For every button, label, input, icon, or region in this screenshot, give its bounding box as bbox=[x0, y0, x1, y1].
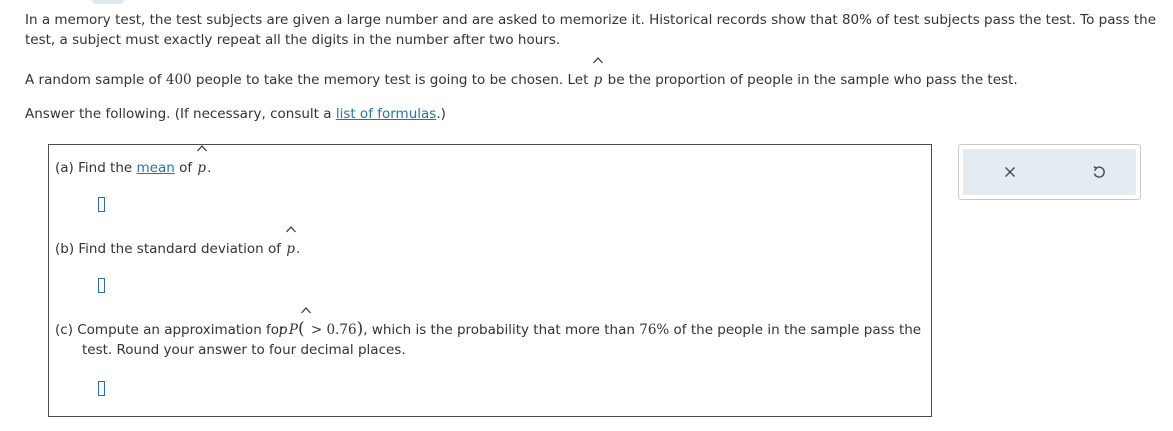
p-hat-symbol: p bbox=[279, 307, 311, 340]
intro-text: In a memory test, the test subjects are … bbox=[25, 12, 1157, 48]
question-b: (b) Find the standard deviation of p. bbox=[55, 226, 300, 259]
answer-a-input[interactable] bbox=[98, 197, 105, 212]
answer-b-input[interactable] bbox=[98, 278, 105, 293]
sample-size: 400 bbox=[165, 72, 192, 88]
intro-paragraph: In a memory test, the test subjects are … bbox=[25, 10, 1165, 50]
percent-value: 76% bbox=[639, 322, 670, 338]
undo-button[interactable] bbox=[1088, 161, 1110, 183]
p-hat-symbol: p bbox=[285, 226, 296, 259]
top-tab-indicator bbox=[92, 0, 124, 4]
mean-link[interactable]: mean bbox=[137, 160, 175, 176]
instructions-text: Answer the following. (If necessary, con… bbox=[25, 106, 336, 122]
question-c: (c) Compute an approximation for P(p > 0… bbox=[55, 307, 925, 360]
p-hat-symbol: p bbox=[196, 145, 207, 178]
answer-tools-panel bbox=[958, 144, 1141, 200]
p-hat-symbol: p bbox=[593, 57, 604, 90]
instructions-text-end: .) bbox=[436, 106, 446, 122]
probability-symbol: P bbox=[288, 322, 298, 338]
sample-text-before: A random sample of bbox=[25, 72, 166, 88]
formulas-link[interactable]: list of formulas bbox=[336, 106, 437, 122]
question-a: (a) Find the mean of p. bbox=[55, 145, 211, 178]
question-box: (a) Find the mean of p. (b) Find the sta… bbox=[48, 144, 932, 417]
sample-text-middle: people to take the memory test is going … bbox=[191, 72, 593, 88]
sample-paragraph: A random sample of 400 people to take th… bbox=[25, 57, 1018, 90]
undo-icon bbox=[1093, 165, 1105, 178]
close-icon bbox=[1005, 167, 1015, 177]
answer-c-input[interactable] bbox=[98, 381, 105, 396]
threshold-value: 0.76 bbox=[326, 322, 357, 338]
sample-text-after: be the proportion of people in the sampl… bbox=[607, 72, 1018, 88]
tools-bar bbox=[963, 149, 1136, 195]
clear-button[interactable] bbox=[999, 161, 1021, 183]
instructions-paragraph: Answer the following. (If necessary, con… bbox=[25, 104, 446, 124]
